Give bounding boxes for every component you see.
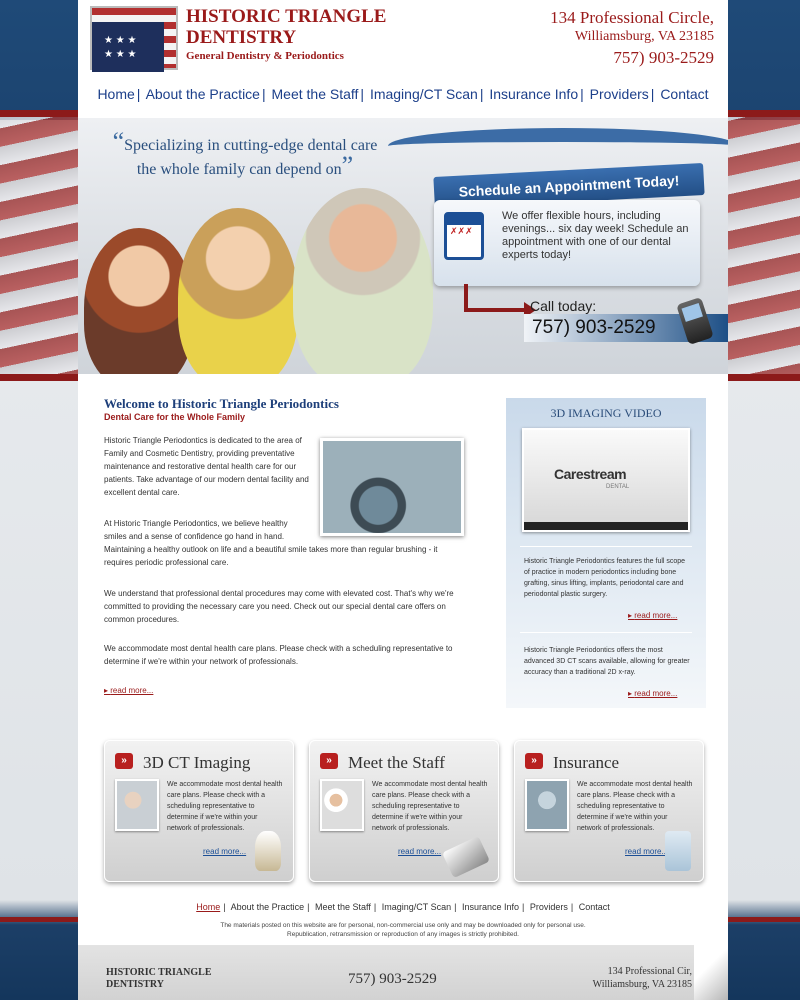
call-label: Call today: bbox=[530, 298, 597, 314]
nav-providers[interactable]: Providers bbox=[590, 86, 649, 102]
paragraph-1: Historic Triangle Periodontics is dedica… bbox=[104, 436, 309, 497]
footer-address-line1: 134 Professional Cir, bbox=[607, 966, 692, 977]
calendar-icon bbox=[444, 212, 484, 260]
hero-quote: “Specializing in cutting-edge dental car… bbox=[112, 127, 378, 180]
footer-logo[interactable]: HISTORIC TRIANGLE DENTISTRY bbox=[106, 967, 226, 991]
footer-disclaimer: The materials posted on this website are… bbox=[78, 921, 728, 939]
video-player[interactable]: Carestream DENTAL bbox=[522, 428, 690, 532]
dental-office-photo bbox=[320, 438, 464, 536]
footer-nav-insurance[interactable]: Insurance Info bbox=[462, 902, 519, 912]
welcome-subtitle: Dental Care for the Whole Family bbox=[104, 412, 246, 422]
header-phone: 757) 903-2529 bbox=[613, 48, 714, 67]
address-line1: 134 Professional Circle, bbox=[550, 8, 714, 27]
main-nav: Home | About the Practice | Meet the Staff… bbox=[97, 86, 709, 102]
nav-home[interactable]: Home bbox=[97, 86, 134, 102]
ribbon-decoration bbox=[388, 128, 728, 164]
nav-contact[interactable]: Contact bbox=[660, 86, 708, 102]
quote-line1: Specializing in cutting-edge dental care bbox=[124, 137, 378, 154]
sidebar-title: 3D IMAGING VIDEO bbox=[550, 406, 662, 420]
paragraph-2a: At Historic Triangle Periodontics, we be… bbox=[104, 519, 288, 541]
disclaimer-line2: Republication, retransmission or reprodu… bbox=[287, 931, 519, 938]
chevron-right-icon: » bbox=[115, 753, 133, 769]
chevron-right-icon: » bbox=[525, 753, 543, 769]
site-header: HISTORIC TRIANGLE DENTISTRY General Dent… bbox=[78, 0, 728, 112]
quote-line2: the whole family can depend on bbox=[136, 161, 342, 178]
schedule-text: We offer flexible hours, including eveni… bbox=[502, 210, 689, 261]
welcome-title: Welcome to Historic Triangle Periodontic… bbox=[104, 396, 339, 411]
feature-read-more[interactable]: read more... bbox=[625, 847, 668, 856]
read-more-link[interactable]: read more... bbox=[104, 686, 153, 695]
sidebar-text-2: Historic Triangle Periodontics offers th… bbox=[524, 647, 690, 676]
feature-box-imaging: » 3D CT Imaging We accommodate most dent… bbox=[104, 740, 294, 882]
footer-address-line2: Williamsburg, VA 23185 bbox=[592, 979, 692, 990]
feature-box-insurance: » Insurance We accommodate most dental h… bbox=[514, 740, 704, 882]
sidebar-divider bbox=[520, 632, 692, 633]
toothbrush-glass-icon bbox=[665, 831, 691, 871]
carestream-logo-sub: DENTAL bbox=[606, 484, 630, 490]
carestream-logo: Carestream bbox=[554, 466, 627, 482]
sidebar-text-1: Historic Triangle Periodontics features … bbox=[524, 558, 686, 598]
feature-title[interactable]: 3D CT Imaging bbox=[143, 753, 250, 773]
disclaimer-line1: The materials posted on this website are… bbox=[220, 922, 586, 929]
video-controls[interactable] bbox=[524, 522, 688, 530]
sidebar-read-more-2[interactable]: read more... bbox=[628, 689, 677, 698]
paragraph-2b: Maintaining a healthy outlook on life an… bbox=[104, 545, 438, 567]
hero-banner: “Specializing in cutting-edge dental car… bbox=[78, 118, 728, 374]
footer-nav-providers[interactable]: Providers bbox=[530, 902, 568, 912]
page-curl-decoration bbox=[694, 945, 728, 1000]
feature-read-more[interactable]: read more... bbox=[203, 847, 246, 856]
sidebar-read-more-1[interactable]: read more... bbox=[628, 611, 677, 620]
nav-about[interactable]: About the Practice bbox=[146, 86, 260, 102]
sidebar: 3D IMAGING VIDEO Carestream DENTAL Histo… bbox=[506, 398, 706, 708]
feature-thumb bbox=[320, 779, 364, 831]
nav-staff[interactable]: Meet the Staff bbox=[272, 86, 359, 102]
footer-nav-contact[interactable]: Contact bbox=[579, 902, 610, 912]
flag-logo-icon[interactable] bbox=[90, 6, 178, 72]
logo-title[interactable]: HISTORIC TRIANGLE DENTISTRY bbox=[186, 6, 396, 48]
feature-text: We accommodate most dental health care p… bbox=[167, 781, 283, 832]
chevron-right-icon: » bbox=[320, 753, 338, 769]
footer-nav: Home | About the Practice | Meet the Staff… bbox=[196, 902, 610, 912]
footer-phone: 757) 903-2529 bbox=[348, 971, 437, 987]
logo-subtitle: General Dentistry & Periodontics bbox=[186, 50, 344, 62]
feature-box-staff: » Meet the Staff We accommodate most den… bbox=[309, 740, 499, 882]
footer-nav-home[interactable]: Home bbox=[196, 902, 220, 912]
address-line2: Williamsburg, VA 23185 bbox=[574, 29, 714, 44]
feature-thumb bbox=[115, 779, 159, 831]
feature-read-more[interactable]: read more... bbox=[398, 847, 441, 856]
footer-nav-about[interactable]: About the Practice bbox=[231, 902, 305, 912]
footer-nav-staff[interactable]: Meet the Staff bbox=[315, 902, 371, 912]
footer-address: 134 Professional Cir, Williamsburg, VA 2… bbox=[593, 965, 692, 991]
sidebar-divider bbox=[520, 546, 692, 547]
feature-thumb bbox=[525, 779, 569, 831]
arrow-icon bbox=[464, 284, 524, 312]
person-man-right bbox=[293, 188, 433, 374]
footer-nav-imaging[interactable]: Imaging/CT Scan bbox=[382, 902, 451, 912]
paragraph-3: We understand that professional dental p… bbox=[104, 589, 454, 624]
site-footer: HISTORIC TRIANGLE DENTISTRY 757) 903-252… bbox=[78, 945, 728, 1000]
nav-imaging[interactable]: Imaging/CT Scan bbox=[370, 86, 478, 102]
feature-text: We accommodate most dental health care p… bbox=[372, 781, 488, 832]
tooth-icon bbox=[255, 831, 281, 871]
person-woman-center bbox=[178, 208, 298, 374]
nav-insurance[interactable]: Insurance Info bbox=[489, 86, 578, 102]
paragraph-4: We accommodate most dental health care p… bbox=[104, 644, 453, 666]
family-photo bbox=[78, 188, 448, 374]
feature-text: We accommodate most dental health care p… bbox=[577, 781, 693, 832]
feature-title[interactable]: Insurance bbox=[553, 753, 619, 773]
dental-tools-icon bbox=[441, 835, 491, 879]
schedule-box: We offer flexible hours, including eveni… bbox=[434, 200, 700, 286]
feature-title[interactable]: Meet the Staff bbox=[348, 753, 445, 773]
